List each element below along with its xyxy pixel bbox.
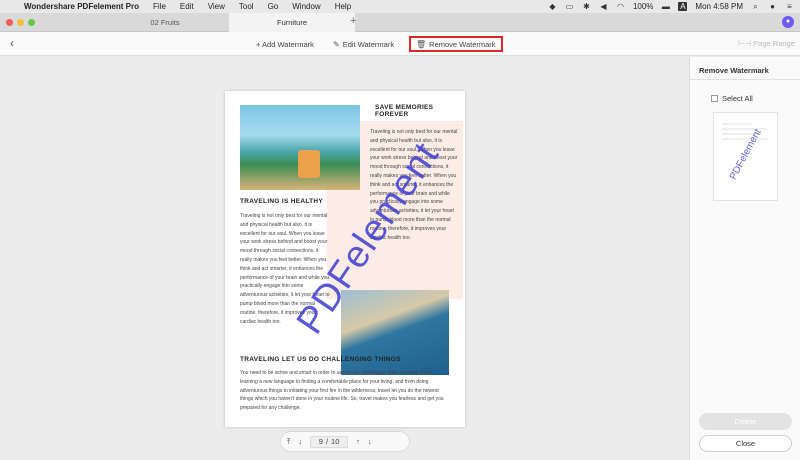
user-avatar-icon[interactable]: ● [782,16,794,28]
new-tab-icon[interactable]: + [350,15,356,27]
remove-watermark-label: Remove Watermark [429,39,496,49]
thumb-line [722,138,768,140]
screen-icon[interactable]: ▭ [565,2,574,11]
delete-button[interactable]: Delete [699,413,792,430]
remove-watermark-button[interactable]: 🗑 Remove Watermark [409,36,503,52]
zoom-window-icon[interactable] [28,19,35,26]
edit-watermark-label: Edit Watermark [342,40,395,49]
heading-traveling-healthy: TRAVELING IS HEALTHY [240,198,324,205]
menu-window[interactable]: Window [292,2,320,11]
prev-page-icon[interactable]: ↓ [298,437,302,446]
select-all-label: Select All [722,94,753,103]
control-center-icon[interactable]: ≡ [785,2,794,11]
siri-icon[interactable]: ● [768,2,777,11]
beach-photo [240,105,360,190]
heading-challenging-things: TRAVELING LET US DO CHALLENGING THINGS [240,356,401,363]
panel-title: Remove Watermark [699,66,769,75]
last-page-icon[interactable]: ↓ [368,437,372,446]
tab-bar: 02 Fruits Furniture + ● [0,13,800,32]
menu-go[interactable]: Go [268,2,279,11]
dropbox-icon[interactable]: ◆ [548,2,557,11]
tab-02-fruits[interactable]: 02 Fruits [102,13,228,32]
menu-tool[interactable]: Tool [239,2,254,11]
document-canvas[interactable]: SAVE MEMORIES FOREVER Traveling is not o… [0,57,689,460]
battery-percent: 100% [632,2,654,11]
menubar-clock[interactable]: Mon 4:58 PM [695,2,743,11]
menu-edit[interactable]: Edit [180,2,194,11]
thumb-watermark-text: PDFelement [727,127,764,182]
page-number-field[interactable]: 9 / 10 [310,435,349,448]
page-range-label: Page Range [753,39,795,48]
bottom-paragraph: You need to be active and smart in order… [240,370,444,412]
input-source-icon[interactable]: A [678,2,688,11]
menu-help[interactable]: Help [335,2,351,11]
page-range-button[interactable]: ⊢⊣ Page Range [738,39,795,48]
add-watermark-label: + Add Watermark [256,40,314,49]
close-button[interactable]: Close [699,435,792,452]
remove-watermark-panel: Remove Watermark Select All PDFelement D… [689,57,800,460]
battery-icon[interactable]: ▬ [661,2,670,11]
page-navigation: ⤒ ↓ 9 / 10 ↑ ↓ [281,432,409,451]
trash-icon: 🗑 [416,39,427,49]
add-watermark-button[interactable]: + Add Watermark [256,38,314,51]
checkbox-icon[interactable] [711,95,718,102]
next-page-icon[interactable]: ↑ [356,437,360,446]
current-page: 9 [318,437,323,446]
edit-watermark-button[interactable]: ✎ Edit Watermark [333,38,394,51]
search-icon[interactable]: ⌕ [751,2,760,11]
app-name-menu[interactable]: Wondershare PDFelement Pro [24,2,139,11]
first-page-icon[interactable]: ⤒ [287,437,290,447]
pdf-page: SAVE MEMORIES FOREVER Traveling is not o… [225,91,465,427]
pencil-icon: ✎ [333,40,340,49]
volume-icon[interactable]: ◀ [599,2,608,11]
heading-save-memories: SAVE MEMORIES FOREVER [375,104,434,118]
wifi-icon[interactable]: ◠ [616,2,625,11]
page-separator: / [325,437,329,446]
menu-bar: Wondershare PDFelement Pro File Edit Vie… [0,0,800,13]
window-controls [6,19,35,26]
watermark-thumbnail[interactable]: PDFelement [713,112,778,201]
select-all-checkbox[interactable]: Select All [711,94,753,103]
menu-view[interactable]: View [208,2,225,11]
bluetooth-icon[interactable]: ✱ [582,2,591,11]
panel-divider [690,79,800,80]
back-chevron-icon[interactable]: ‹ [10,36,14,50]
total-pages: 10 [331,437,340,446]
thumb-line [722,123,752,125]
minimize-window-icon[interactable] [17,19,24,26]
menu-file[interactable]: File [153,2,166,11]
tab-furniture[interactable]: Furniture [229,13,355,32]
page-range-icon: ⊢⊣ [738,39,752,48]
watermark-toolbar: ‹ + Add Watermark ✎ Edit Watermark 🗑 Rem… [0,32,800,56]
close-window-icon[interactable] [6,19,13,26]
status-area: ◆ ▭ ✱ ◀ ◠ 100% ▬ A Mon 4:58 PM ⌕ ● ≡ [548,2,794,11]
drink-glass [298,150,320,178]
apple-menu-icon[interactable] [6,2,16,12]
